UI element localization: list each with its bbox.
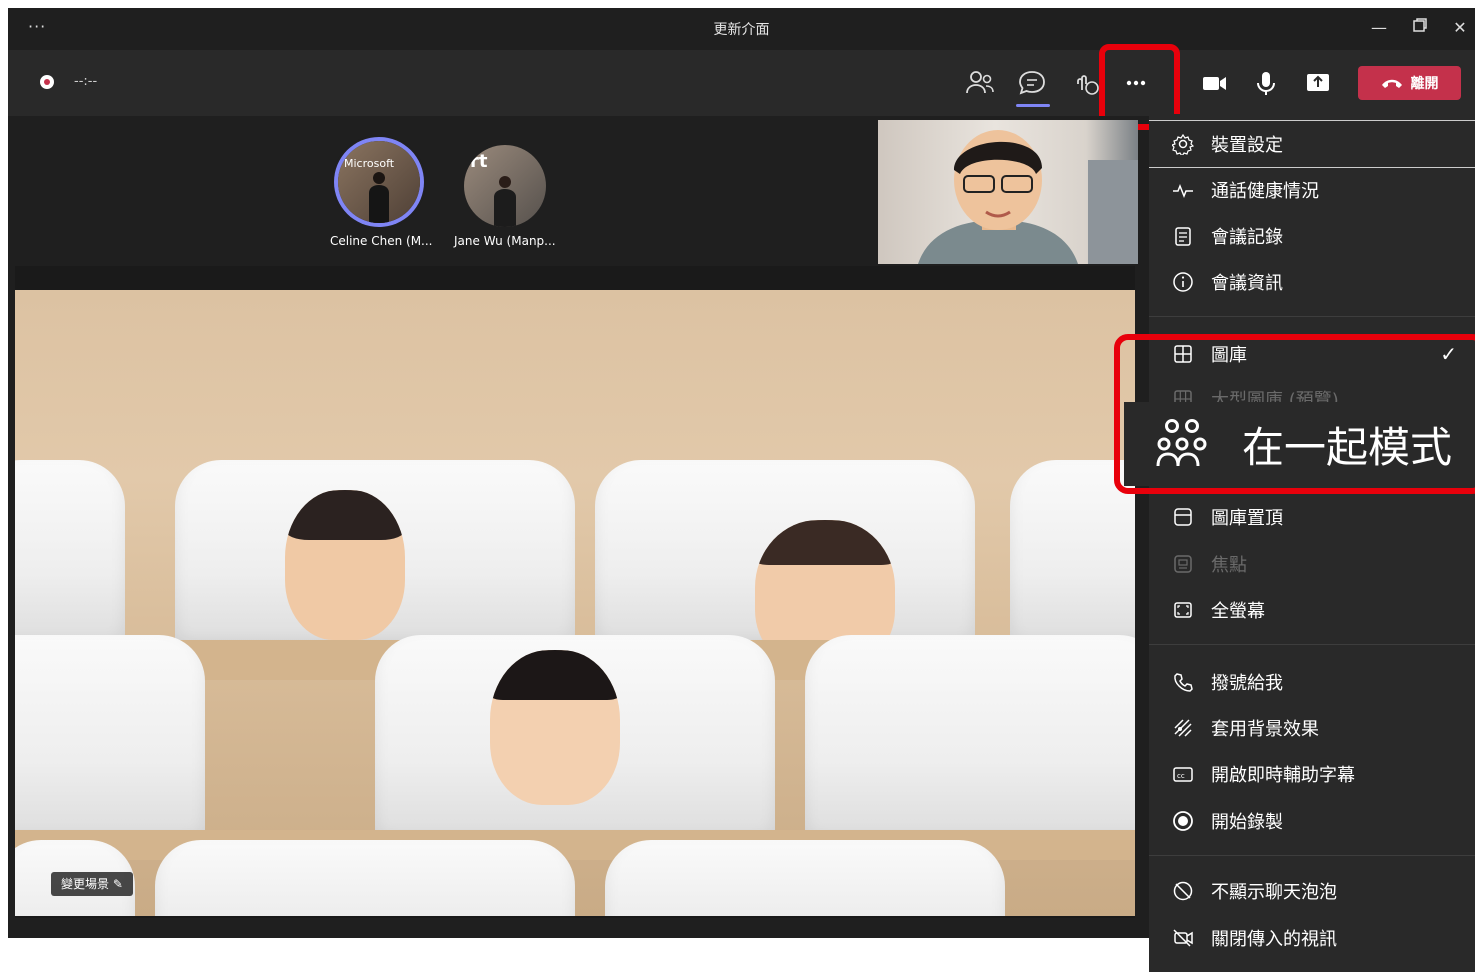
menu-item-focus[interactable]: 焦點 <box>1149 541 1475 587</box>
hang-up-icon <box>1381 79 1402 88</box>
menu-item-label: 會議記錄 <box>1211 227 1283 248</box>
gear-icon <box>1171 132 1195 156</box>
auditorium-scene <box>15 290 1135 916</box>
menu-item-label: 撥號給我 <box>1211 673 1283 694</box>
menu-item-label: 焦點 <box>1211 555 1247 576</box>
menu-item-label: 會議資訊 <box>1211 273 1283 294</box>
person-figure-icon <box>369 172 389 223</box>
record-icon <box>1171 809 1195 833</box>
seat <box>155 840 575 916</box>
close-icon[interactable]: ✕ <box>1446 16 1474 40</box>
meeting-toolbar: --:-- 離開 <box>8 50 1475 116</box>
background-effects-icon <box>1171 716 1195 740</box>
self-video-preview <box>878 120 1138 264</box>
menu-item-call-me[interactable]: 撥號給我 <box>1149 659 1475 705</box>
minimize-icon[interactable]: — <box>1365 16 1393 40</box>
notes-icon <box>1171 224 1195 248</box>
pulse-icon <box>1171 178 1195 202</box>
participant-face <box>285 490 405 640</box>
menu-item-gallery-top[interactable]: 圖庫置頂 <box>1149 494 1475 540</box>
seat <box>605 840 1005 916</box>
change-scene-label: 變更場景 <box>61 877 110 891</box>
camera-icon[interactable] <box>1198 68 1230 98</box>
leave-button-label: 離開 <box>1410 76 1439 92</box>
menu-divider <box>1149 855 1475 856</box>
menu-item-label: 全螢幕 <box>1211 601 1265 622</box>
seat <box>805 635 1135 845</box>
svg-text:cc: cc <box>1177 772 1185 780</box>
menu-divider <box>1149 316 1475 317</box>
share-screen-icon[interactable] <box>1302 68 1334 98</box>
menu-item-hide-chat-bubbles[interactable]: 不顯示聊天泡泡 <box>1149 868 1475 914</box>
info-icon <box>1171 270 1195 294</box>
captions-icon: cc <box>1171 762 1195 786</box>
seat <box>15 460 125 650</box>
meeting-timer: --:-- <box>74 74 98 89</box>
participant-name: Jane Wu (Manp... <box>454 234 556 248</box>
window-title: 更新介面 <box>713 22 770 38</box>
participant-face <box>490 650 620 805</box>
menu-item-live-captions[interactable]: cc 開啟即時輔助字幕 <box>1149 751 1475 797</box>
together-mode-stage: 變更場景 ✎ <box>15 266 1135 918</box>
together-mode-highlight <box>1114 334 1475 494</box>
menu-divider <box>1149 644 1475 645</box>
menu-item-device-settings[interactable]: 裝置設定 <box>1149 120 1475 168</box>
self-video-person <box>918 130 1138 264</box>
participant-name: Celine Chen (M... <box>330 234 433 248</box>
menu-item-call-health[interactable]: 通話健康情況 <box>1149 167 1475 213</box>
fullscreen-icon <box>1171 598 1195 622</box>
menu-item-label: 開啟即時輔助字幕 <box>1211 765 1355 786</box>
participant-avatar[interactable]: rt <box>464 145 546 227</box>
chat-icon[interactable] <box>1016 68 1048 98</box>
menu-item-label: 套用背景效果 <box>1211 719 1319 740</box>
leave-button[interactable]: 離開 <box>1358 66 1461 100</box>
recording-indicator-icon <box>40 75 54 89</box>
more-options-menu: 裝置設定 通話健康情況 會議記錄 會議資訊 圖庫 ✓ 大型圖庫 (預覽) 圖庫置… <box>1149 114 1475 972</box>
menu-item-label: 開始錄製 <box>1211 812 1283 833</box>
menu-item-label: 不顯示聊天泡泡 <box>1211 882 1337 903</box>
focus-icon <box>1171 552 1195 576</box>
menu-item-fullscreen[interactable]: 全螢幕 <box>1149 587 1475 633</box>
video-off-icon <box>1171 926 1195 950</box>
participants-icon[interactable] <box>964 68 996 98</box>
chat-bubble-off-icon <box>1171 879 1195 903</box>
menu-item-background-effects[interactable]: 套用背景效果 <box>1149 705 1475 751</box>
pencil-icon: ✎ <box>112 877 123 891</box>
menu-item-label: 裝置設定 <box>1211 135 1283 156</box>
restore-icon[interactable] <box>1406 16 1434 40</box>
phone-icon <box>1171 670 1195 694</box>
menu-item-label: 通話健康情況 <box>1211 181 1319 202</box>
microphone-icon[interactable] <box>1250 68 1282 98</box>
menu-item-meeting-info[interactable]: 會議資訊 <box>1149 259 1475 305</box>
gallery-top-icon <box>1171 505 1195 529</box>
avatar-logo-text: rt <box>470 151 488 172</box>
menu-item-meeting-notes[interactable]: 會議記錄 <box>1149 213 1475 259</box>
chat-active-indicator <box>1016 104 1050 107</box>
title-bar: ··· 更新介面 — ✕ <box>8 8 1475 50</box>
seat <box>15 635 205 845</box>
change-scene-button[interactable]: 變更場景 ✎ <box>51 872 133 896</box>
menu-item-label: 關閉傳入的視訊 <box>1211 929 1337 950</box>
reactions-icon[interactable] <box>1070 68 1102 98</box>
person-figure-icon <box>494 176 516 227</box>
menu-item-start-recording[interactable]: 開始錄製 <box>1149 798 1475 844</box>
menu-item-turn-off-incoming-video[interactable]: 關閉傳入的視訊 <box>1149 915 1475 961</box>
participant-avatar[interactable]: Microsoft <box>338 141 420 223</box>
menu-item-label: 圖庫置頂 <box>1211 508 1283 529</box>
